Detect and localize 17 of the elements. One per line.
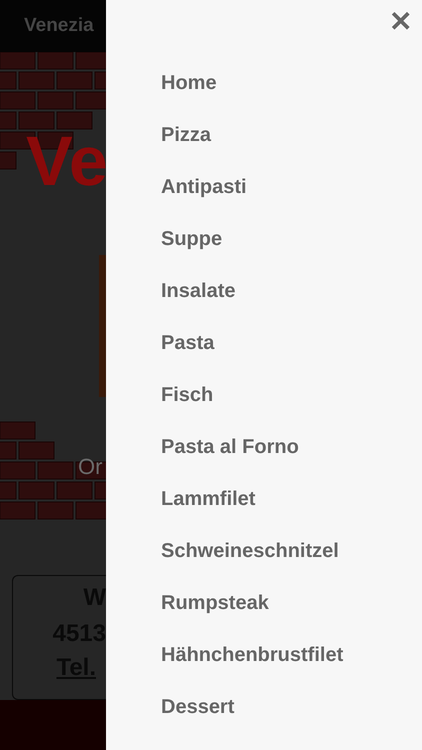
menu-item[interactable]: Insalate [161,276,236,328]
menu-item[interactable]: Pasta al Forno [161,432,299,484]
menu-item[interactable]: Suppe [161,224,222,276]
menu-item[interactable]: Pasta [161,328,214,380]
menu-item[interactable]: Dessert [161,692,234,744]
menu-item[interactable]: Schweineschnitzel [161,536,339,588]
menu-item[interactable]: Home [161,68,217,120]
header-title: Venezia [24,15,94,37]
menu-item[interactable]: Antipasti [161,172,247,224]
menu-item[interactable]: Lammfilet [161,484,256,536]
menu-item[interactable]: Fisch [161,380,214,432]
close-button[interactable]: ✕ [389,8,412,36]
menu-item[interactable]: Hähnchenbrustfilet [161,640,344,692]
hero-caption: Or [78,454,102,480]
menu-item[interactable]: Rumpsteak [161,588,269,640]
hero-title: Ve [26,126,106,196]
menu-item[interactable]: Pizza [161,120,212,172]
